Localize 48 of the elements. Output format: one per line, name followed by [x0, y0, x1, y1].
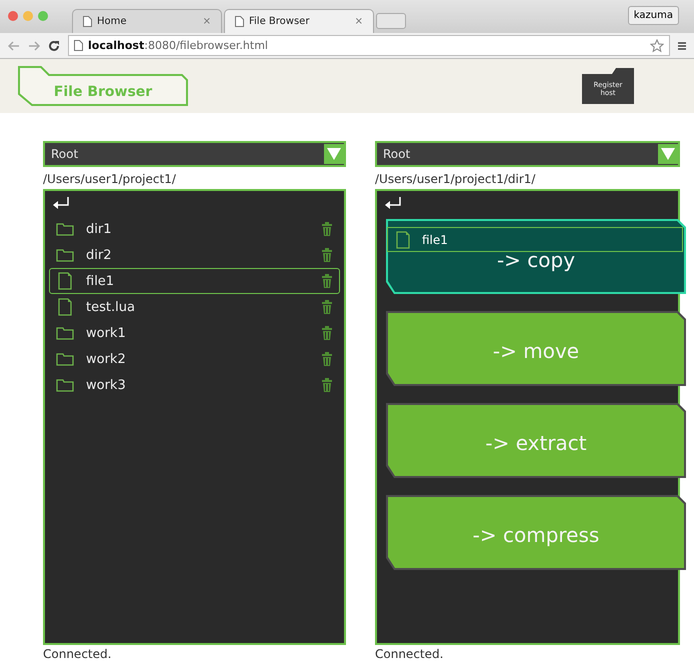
trash-icon[interactable] — [321, 299, 333, 315]
page-icon — [235, 16, 244, 27]
file-list-item[interactable]: dir2 — [49, 242, 340, 268]
forward-icon[interactable] — [28, 40, 40, 50]
back-arrow-icon[interactable] — [384, 197, 402, 209]
file-list-item[interactable]: work1 — [49, 320, 340, 346]
folder-icon — [56, 248, 74, 262]
file-list-item[interactable]: test.lua — [49, 294, 340, 320]
file-list-item[interactable]: dir1 — [49, 216, 340, 242]
folder-icon — [56, 378, 74, 392]
trash-icon[interactable] — [321, 377, 333, 393]
file-list-item[interactable]: work3 — [49, 372, 340, 398]
trash-icon[interactable] — [321, 351, 333, 367]
user-button[interactable]: kazuma — [628, 6, 679, 25]
file-icon — [56, 272, 74, 290]
menu-icon[interactable] — [678, 40, 686, 50]
dragged-file-item[interactable]: file1 — [387, 227, 683, 252]
browser-tab[interactable]: Home × — [72, 9, 222, 33]
file-list-item[interactable]: file1 — [49, 268, 340, 294]
connection-status: Connected. — [43, 647, 112, 661]
browser-tab[interactable]: File Browser × — [224, 9, 374, 33]
folder-dropdown[interactable]: Root — [375, 141, 680, 167]
back-icon[interactable] — [8, 40, 20, 50]
back-arrow-icon[interactable] — [52, 197, 70, 209]
folder-icon — [56, 222, 74, 236]
current-path: /Users/user1/project1/ — [43, 172, 177, 186]
connection-status: Connected. — [375, 647, 444, 661]
file-icon — [394, 230, 412, 248]
trash-icon[interactable] — [321, 221, 333, 237]
folder-dropdown[interactable]: Root — [43, 141, 346, 167]
reload-icon[interactable] — [48, 40, 60, 52]
trash-icon[interactable] — [321, 247, 333, 263]
current-path: /Users/user1/project1/dir1/ — [375, 172, 536, 186]
folder-icon — [56, 326, 74, 340]
page-icon — [74, 40, 83, 51]
dropdown-arrow-icon — [327, 148, 341, 160]
file-list-item[interactable]: work2 — [49, 346, 340, 372]
close-tab-icon[interactable]: × — [354, 16, 363, 27]
app-title: File Browser — [18, 66, 188, 106]
file-icon — [56, 298, 74, 316]
trash-icon[interactable] — [321, 325, 333, 341]
star-icon[interactable] — [650, 38, 664, 52]
page-icon — [83, 16, 92, 27]
address-field[interactable]: localhost:8080/filebrowser.html — [68, 35, 670, 56]
trash-icon[interactable] — [321, 273, 333, 289]
folder-icon — [56, 352, 74, 366]
close-icon[interactable] — [8, 11, 18, 21]
dropdown-arrow-icon — [661, 148, 675, 160]
